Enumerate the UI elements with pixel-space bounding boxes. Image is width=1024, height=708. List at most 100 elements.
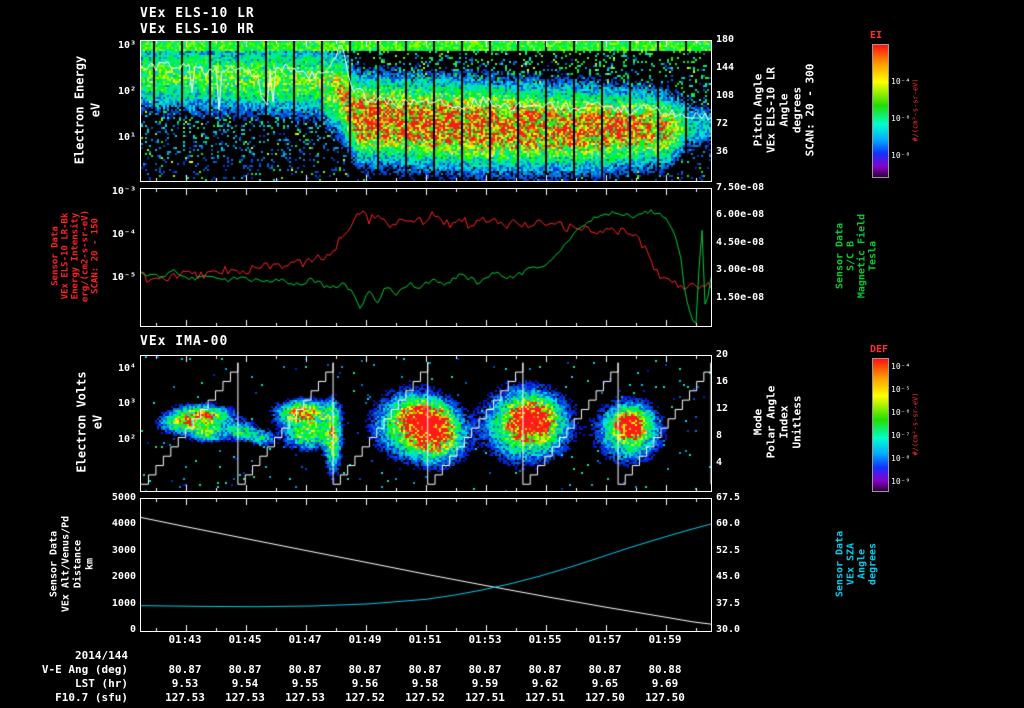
y2-axis-tick: 45.0 bbox=[716, 571, 741, 583]
y-axis-tick: 10¹ bbox=[117, 132, 136, 143]
axis-row-value: 9.54 bbox=[231, 677, 259, 690]
y-axis-tick: 10² bbox=[117, 434, 136, 446]
y-axis-tick: 3000 bbox=[111, 544, 136, 556]
axis-label-line: Pitch Angle bbox=[751, 73, 765, 147]
axis-row-value: 9.55 bbox=[291, 677, 319, 690]
time-tick: 01:57 bbox=[588, 633, 622, 646]
y-axis-tick: 5000 bbox=[111, 492, 136, 503]
colorbar-ei-tick: 10⁻⁸ bbox=[891, 150, 911, 160]
colorbar-def-tick: 10⁻⁴ bbox=[891, 361, 911, 371]
y-axis-tick: 1000 bbox=[111, 597, 136, 609]
axis-row-value: 9.59 bbox=[471, 677, 499, 690]
y2-axis-tick: 67.5 bbox=[716, 492, 741, 503]
time-tick: 01:55 bbox=[528, 633, 562, 646]
time-tick: 01:43 bbox=[168, 633, 202, 646]
axis-row-value: 80.87 bbox=[468, 663, 502, 676]
colorbar-ei-tick: 10⁻⁶ bbox=[891, 113, 911, 123]
axis-row-label: V-E Ang (deg) bbox=[41, 663, 128, 676]
y-axis-tick: 10⁻³ bbox=[111, 186, 136, 198]
y-axis-tick: 10⁻⁴ bbox=[111, 229, 136, 241]
ima-spectrogram-panel[interactable] bbox=[140, 355, 712, 492]
axis-row-value: 80.87 bbox=[348, 663, 382, 676]
colorbar-ei-tick: 10⁻⁴ bbox=[891, 76, 911, 86]
time-tick: 01:59 bbox=[648, 633, 682, 646]
y-axis-tick: 0 bbox=[129, 624, 136, 635]
axis-row-value: 127.51 bbox=[525, 691, 565, 704]
y-axis-tick: 4000 bbox=[111, 518, 136, 530]
y2-axis-tick: 72 bbox=[716, 118, 729, 129]
colorbar-def-units: #/(cm²-s-sr-eV) bbox=[911, 392, 920, 456]
colorbar-ei bbox=[872, 44, 889, 178]
y2-axis-tick: 1.50e-08 bbox=[716, 291, 765, 303]
colorbar-def-tick: 10⁻⁵ bbox=[891, 385, 911, 395]
axis-row-value: 9.69 bbox=[651, 677, 679, 690]
colorbar-def-tick: 10⁻⁷ bbox=[891, 431, 911, 441]
axis-row-value: 127.51 bbox=[465, 691, 505, 704]
axis-label-line: VEx Alt/Venus/Pd bbox=[60, 515, 72, 613]
y2-axis-tick: 36 bbox=[716, 146, 729, 157]
intensity-bfield-panel[interactable] bbox=[140, 188, 712, 327]
time-tick: 01:51 bbox=[408, 633, 442, 646]
axis-label-line: Distance bbox=[72, 539, 84, 589]
colorbar-ei-label: EI bbox=[870, 30, 883, 41]
axis-row-value: 127.53 bbox=[285, 691, 325, 704]
time-tick: 01:45 bbox=[228, 633, 262, 646]
y2-axis-tick: 7.50e-08 bbox=[716, 182, 765, 193]
axis-label-line: VEx SZA bbox=[845, 542, 857, 586]
colorbar-def-label: DEF bbox=[870, 344, 889, 355]
axis-row-label: LST (hr) bbox=[75, 677, 128, 690]
axis-label-line: Angle bbox=[856, 548, 868, 580]
axis-row-value: 9.62 bbox=[531, 677, 559, 690]
axis-label-line: SCAN: 20 - 150 bbox=[90, 218, 101, 294]
y-axis-tick: 10³ bbox=[117, 39, 136, 51]
panel1-title-line2: VEx ELS-10 HR bbox=[140, 22, 255, 37]
y-axis-tick: 10⁴ bbox=[117, 362, 136, 374]
axis-row-value: 80.87 bbox=[408, 663, 442, 676]
y-axis-tick: 10² bbox=[117, 85, 136, 97]
axis-label-line: Unitless bbox=[790, 395, 804, 449]
colorbar-def-tick: 10⁻⁶ bbox=[891, 408, 911, 418]
panel1-title-line1: VEx ELS-10 LR bbox=[140, 6, 255, 21]
axis-row-label: F10.7 (sfu) bbox=[55, 691, 128, 704]
axis-row-value: 127.53 bbox=[225, 691, 265, 704]
y2-axis-tick: 52.5 bbox=[716, 544, 741, 556]
y2-axis-tick: 20 bbox=[716, 349, 729, 360]
axis-label-line: degrees bbox=[867, 542, 879, 586]
axis-row-value: 127.52 bbox=[345, 691, 385, 704]
y2-axis-tick: 37.5 bbox=[716, 597, 741, 609]
axis-label-line: Sensor Data bbox=[48, 530, 60, 598]
y2-axis-tick: 180 bbox=[716, 34, 735, 45]
time-tick: 01:47 bbox=[288, 633, 322, 646]
y2-axis-tick: 6.00e-08 bbox=[716, 209, 765, 221]
altitude-sza-panel[interactable] bbox=[140, 498, 712, 632]
axis-label-line: Electron Volts bbox=[74, 371, 89, 473]
axis-label-line: degrees bbox=[790, 86, 804, 134]
axis-label-line: Sensor Data bbox=[834, 530, 846, 598]
axis-label-line: VEx ELS-10 LR bbox=[764, 66, 778, 154]
axis-row-value: 80.87 bbox=[288, 663, 322, 676]
els-spectrogram-panel[interactable] bbox=[140, 40, 712, 182]
y2-axis-tick: 108 bbox=[716, 90, 735, 101]
y-axis-tick: 10³ bbox=[117, 397, 136, 409]
axis-row-value: 127.52 bbox=[405, 691, 445, 704]
axis-label-line: Index bbox=[777, 405, 791, 439]
date-label: 2014/144 bbox=[75, 649, 128, 662]
axis-label-line: Polar Angle bbox=[764, 385, 778, 459]
axis-row-value: 9.56 bbox=[351, 677, 379, 690]
y2-axis-tick: 3.00e-08 bbox=[716, 264, 765, 276]
axis-row-value: 127.50 bbox=[585, 691, 625, 704]
time-tick: 01:49 bbox=[348, 633, 382, 646]
axis-label-line: Electron Energy bbox=[72, 55, 87, 165]
axis-row-value: 9.58 bbox=[411, 677, 439, 690]
axis-label-line: Angle bbox=[777, 93, 791, 127]
axis-label-line: eV bbox=[90, 414, 105, 430]
y2-axis-tick: 8 bbox=[716, 430, 723, 441]
colorbar-def-tick: 10⁻⁸ bbox=[891, 454, 911, 464]
axis-row-value: 9.65 bbox=[591, 677, 619, 690]
y-axis-tick: 2000 bbox=[111, 571, 136, 583]
axis-label-line: SCAN: 20 - 300 bbox=[803, 63, 817, 157]
colorbar-def-tick: 10⁻⁹ bbox=[891, 477, 911, 487]
axis-label-line: Mode bbox=[751, 408, 765, 436]
axis-label-line: eV bbox=[88, 102, 103, 118]
y-axis-tick: 10⁻⁵ bbox=[111, 272, 136, 284]
